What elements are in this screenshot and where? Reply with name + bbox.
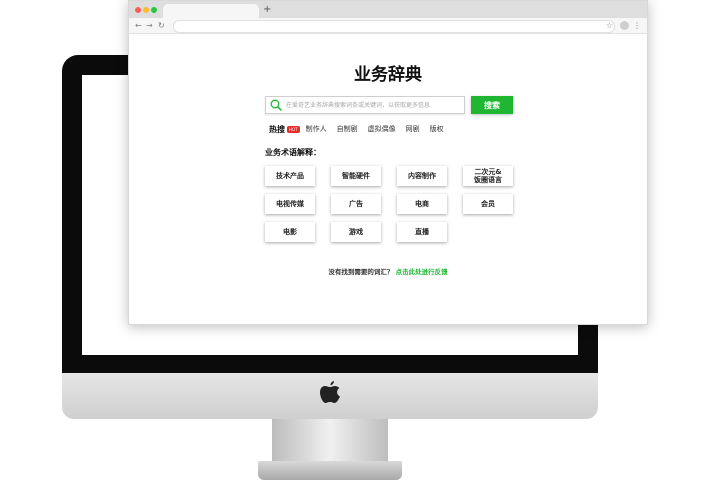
feedback-text: 没有找到需要的词汇？ — [328, 268, 394, 276]
hot-search-row: 热搜 HOT 制作人 自制剧 虚拟偶像 网剧 版权 — [269, 123, 454, 135]
term-button[interactable]: 电视传媒 — [265, 194, 315, 214]
page-title: 业务辞典 — [354, 65, 422, 85]
reload-icon[interactable]: ↻ — [158, 19, 165, 32]
term-button[interactable]: 二次元& 饭圈语言 — [463, 166, 513, 186]
hot-item-link[interactable]: 虚拟偶像 — [368, 124, 396, 134]
search-input[interactable] — [286, 98, 462, 112]
term-button[interactable]: 智能硬件 — [331, 166, 381, 186]
browser-tab[interactable] — [163, 4, 259, 18]
back-arrow-icon[interactable]: ← — [135, 19, 142, 32]
address-bar[interactable] — [173, 20, 615, 33]
menu-icon[interactable]: ⋮ — [633, 19, 641, 32]
term-button[interactable]: 游戏 — [331, 222, 381, 242]
hot-search-label: 热搜 — [269, 124, 285, 134]
imac-stand-neck — [272, 419, 388, 461]
hot-item-link[interactable]: 制作人 — [306, 124, 327, 134]
hot-item-link[interactable]: 自制剧 — [337, 124, 358, 134]
term-button[interactable]: 直播 — [397, 222, 447, 242]
search-box[interactable] — [265, 96, 465, 114]
hot-badge: HOT — [287, 125, 300, 133]
maximize-window-dot[interactable] — [151, 7, 157, 13]
star-icon[interactable]: ☆ — [606, 19, 613, 32]
section-label: 业务术语解释： — [265, 148, 321, 157]
search-icon — [270, 99, 282, 111]
term-button[interactable]: 内容制作 — [397, 166, 447, 186]
close-window-dot[interactable] — [135, 7, 141, 13]
feedback-row: 没有找到需要的词汇？ 点击此处进行反馈 — [129, 266, 647, 276]
hot-item-link[interactable]: 网剧 — [406, 124, 420, 134]
term-button[interactable]: 技术产品 — [265, 166, 315, 186]
page-content: 业务辞典 搜索 热搜 HOT 制作人 自制剧 虚拟偶像 网剧 版权 业务术语解释… — [129, 34, 647, 326]
tab-bar: + — [129, 1, 647, 18]
browser-window: + ← → ↻ ☆ ⋮ 业务辞典 搜索 热搜 HOT 制作人 自制剧 虚拟偶像 … — [128, 0, 648, 325]
term-button[interactable]: 广告 — [331, 194, 381, 214]
hot-item-link[interactable]: 版权 — [430, 124, 444, 134]
browser-toolbar: ← → ↻ ☆ ⋮ — [129, 18, 647, 34]
profile-icon[interactable] — [620, 21, 629, 30]
forward-arrow-icon[interactable]: → — [146, 19, 153, 32]
apple-logo-icon — [320, 381, 340, 403]
imac-stand-foot — [258, 461, 402, 480]
term-button[interactable]: 会员 — [463, 194, 513, 214]
minimize-window-dot[interactable] — [143, 7, 149, 13]
term-button[interactable]: 电影 — [265, 222, 315, 242]
term-grid: 技术产品 智能硬件 内容制作 二次元& 饭圈语言 电视传媒 广告 电商 会员 电… — [265, 166, 515, 242]
feedback-link[interactable]: 点击此处进行反馈 — [396, 268, 448, 276]
term-button[interactable]: 电商 — [397, 194, 447, 214]
search-button[interactable]: 搜索 — [471, 96, 513, 114]
new-tab-icon[interactable]: + — [263, 3, 271, 17]
